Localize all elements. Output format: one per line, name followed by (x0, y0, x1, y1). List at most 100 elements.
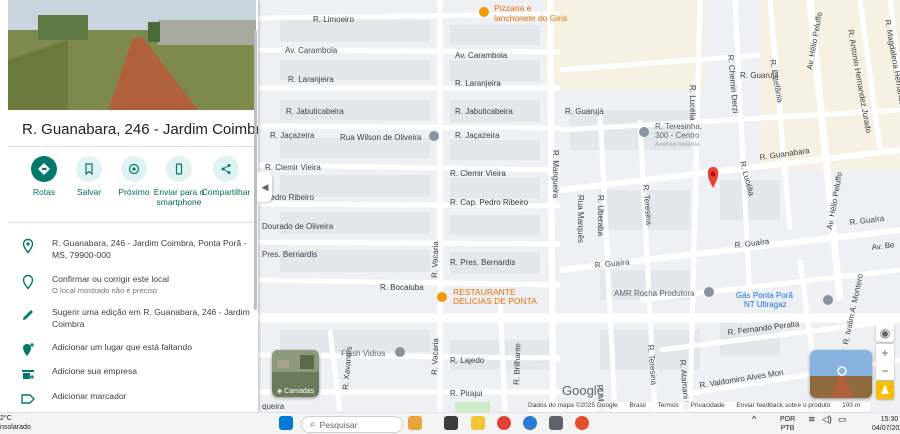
footer-item: Dados do mapa ©2025 Google (528, 402, 618, 409)
address-row[interactable]: R. Guanabara, 246 - Jardim Coimbra, Pont… (20, 237, 252, 263)
clock[interactable]: 15:30 04/07/2025 (872, 415, 900, 433)
confirm-location-row[interactable]: Confirmar ou corrigir este local O local … (20, 273, 252, 297)
taskbar: 2°C nsolarado ⌕ Pesquisar ^ POR PTB ≋ ◁)… (0, 412, 900, 434)
place-title: R. Guanabara, 246 - Jardim Coimbra (22, 121, 258, 138)
footer-item[interactable]: Termos (658, 402, 679, 409)
street-view-thumbnail[interactable] (810, 350, 872, 398)
add-business-row[interactable]: Adicione sua empresa (20, 365, 252, 379)
street-label: R. Pres. Bernardis (450, 258, 515, 267)
weather-temp: 2°C (0, 415, 12, 422)
app-icon[interactable] (575, 416, 589, 430)
street-label: R. Jaçazeira (270, 131, 315, 140)
directions-icon (31, 156, 57, 182)
collapse-panel-button[interactable]: ◀ (258, 172, 272, 202)
wifi-icon[interactable]: ≋ (808, 415, 816, 424)
windows-start-icon[interactable] (279, 416, 293, 430)
weather-condition: nsolarado (0, 424, 31, 431)
taskbar-search[interactable]: ⌕ Pesquisar (301, 416, 403, 433)
share-icon (213, 156, 239, 182)
street-label: R. Vacaria (430, 240, 440, 278)
street-label: Av. Carambola (285, 46, 338, 55)
pegman-icon[interactable]: ♟ (876, 381, 894, 399)
chevron-up-icon[interactable]: ^ (752, 415, 756, 424)
street-label: R. Clemir Vieira (265, 163, 321, 172)
volume-icon[interactable]: ◁) (822, 415, 832, 424)
street-label: R. Laranjeira (288, 75, 334, 84)
street-label: R. Limoeiro (313, 15, 354, 24)
add-business-text: Adicione sua empresa (52, 366, 138, 376)
store-icon (22, 370, 34, 379)
street-label: R. Vacaria (430, 337, 440, 375)
footer-item[interactable]: Brasil (630, 402, 646, 409)
language-code: POR (780, 416, 796, 423)
pencil-icon (23, 310, 33, 320)
svg-text:R. Teresinha,: R. Teresinha, (655, 122, 702, 131)
google-logo: Google (562, 383, 604, 398)
street-label: R. Brilhante (512, 342, 522, 385)
street-label: Av. Carambola (455, 51, 508, 60)
add-place-icon (23, 343, 34, 356)
panel-scrollbar[interactable] (254, 30, 257, 310)
layers-button[interactable]: ◈ Camadas (272, 350, 319, 397)
chrome-icon[interactable] (497, 416, 511, 430)
footer-item[interactable]: Privacidade (691, 402, 725, 409)
zoom-out-button[interactable]: − (876, 362, 894, 380)
zoom-in-button[interactable]: + (876, 344, 894, 362)
footer-item[interactable]: Enviar feedback sobre o produto (736, 402, 830, 409)
svg-text:Flash Vidros: Flash Vidros (341, 349, 385, 358)
street-label: Rua Wilson de Oliveira (340, 133, 422, 142)
edge-icon[interactable] (523, 416, 537, 430)
add-label-text: Adicionar marcador (52, 391, 127, 401)
keyboard-layout: PTB (780, 425, 795, 432)
bookmark-icon (76, 156, 102, 182)
action-label: Compartilhar (201, 187, 251, 197)
map-footer: Dados do mapa ©2025 Google Brasil Termos… (528, 402, 871, 412)
wilson-marker[interactable] (429, 131, 439, 141)
street-label: R. Jabuticabeira (455, 107, 513, 116)
street-label: R. Guarujá (565, 107, 604, 116)
weather-widget[interactable]: 2°C nsolarado (0, 414, 31, 432)
battery-icon[interactable]: ▭ (838, 415, 847, 424)
svg-text:lanchonete do Giris: lanchonete do Giris (494, 13, 567, 23)
nearby-icon (121, 156, 147, 182)
task-view-icon[interactable] (444, 416, 458, 430)
street-label: R. Jabuticabeira (286, 107, 344, 116)
suggest-edit-row[interactable]: Sugerir uma edição em R. Guanabara, 246 … (20, 306, 252, 330)
divider (8, 222, 256, 223)
action-bar: Rotas Salvar Próximo Enviar para o smart… (12, 156, 258, 220)
address-text: R. Guanabara, 246 - Jardim Coimbra, Pont… (52, 238, 247, 260)
svg-text:NT Ultragaz: NT Ultragaz (744, 300, 787, 309)
svg-text:DELICIAS DE PONTA: DELICIAS DE PONTA (453, 296, 537, 306)
confirm-location-text: Confirmar ou corrigir este local (52, 274, 170, 284)
scale-label[interactable]: 100 m (842, 402, 860, 409)
street-label: R. Lajedo (450, 356, 485, 365)
street-label: Rua Marquês (576, 195, 585, 243)
place-photo[interactable] (8, 0, 256, 110)
street-label: R. Bocaiuba (380, 283, 424, 292)
svg-text:AMR Rocha Produtora: AMR Rocha Produtora (614, 289, 695, 298)
location-icon (22, 238, 34, 254)
street-label: Dourado de Oliveira (262, 222, 334, 231)
street-label: R. Uberaba (596, 195, 605, 236)
language-indicator[interactable]: POR PTB (780, 415, 795, 433)
layers-label: ◈ Camadas (276, 388, 315, 395)
store-app-icon[interactable] (549, 416, 563, 430)
street-label: R. Jaçazeira (455, 131, 500, 140)
label-icon (21, 394, 35, 404)
file-explorer-icon[interactable] (471, 416, 485, 430)
street-label: R. Pirajui (450, 389, 483, 398)
street-label: Pres. Bernardis (262, 250, 317, 259)
clock-time: 15:30 (880, 416, 899, 423)
search-placeholder: Pesquisar (319, 419, 358, 430)
svg-text:Acesso recente: Acesso recente (655, 141, 700, 148)
add-label-row[interactable]: Adicionar marcador (20, 390, 252, 404)
my-location-button[interactable]: ◉ (876, 324, 894, 342)
share-button[interactable]: Compartilhar (198, 156, 254, 197)
suggest-edit-text: Sugerir uma edição em R. Guanabara, 246 … (52, 307, 250, 329)
chevron-left-icon: ◀ (261, 181, 269, 192)
place-panel: R. Guanabara, 246 - Jardim Coimbra Rotas… (0, 0, 258, 412)
add-missing-place-row[interactable]: Adicionar um lugar que está faltando (20, 341, 252, 356)
street-label: R. Cap. Pedro Ribeiro (450, 198, 529, 207)
search-icon: ⌕ (310, 419, 316, 430)
widgets-icon[interactable] (408, 416, 422, 430)
